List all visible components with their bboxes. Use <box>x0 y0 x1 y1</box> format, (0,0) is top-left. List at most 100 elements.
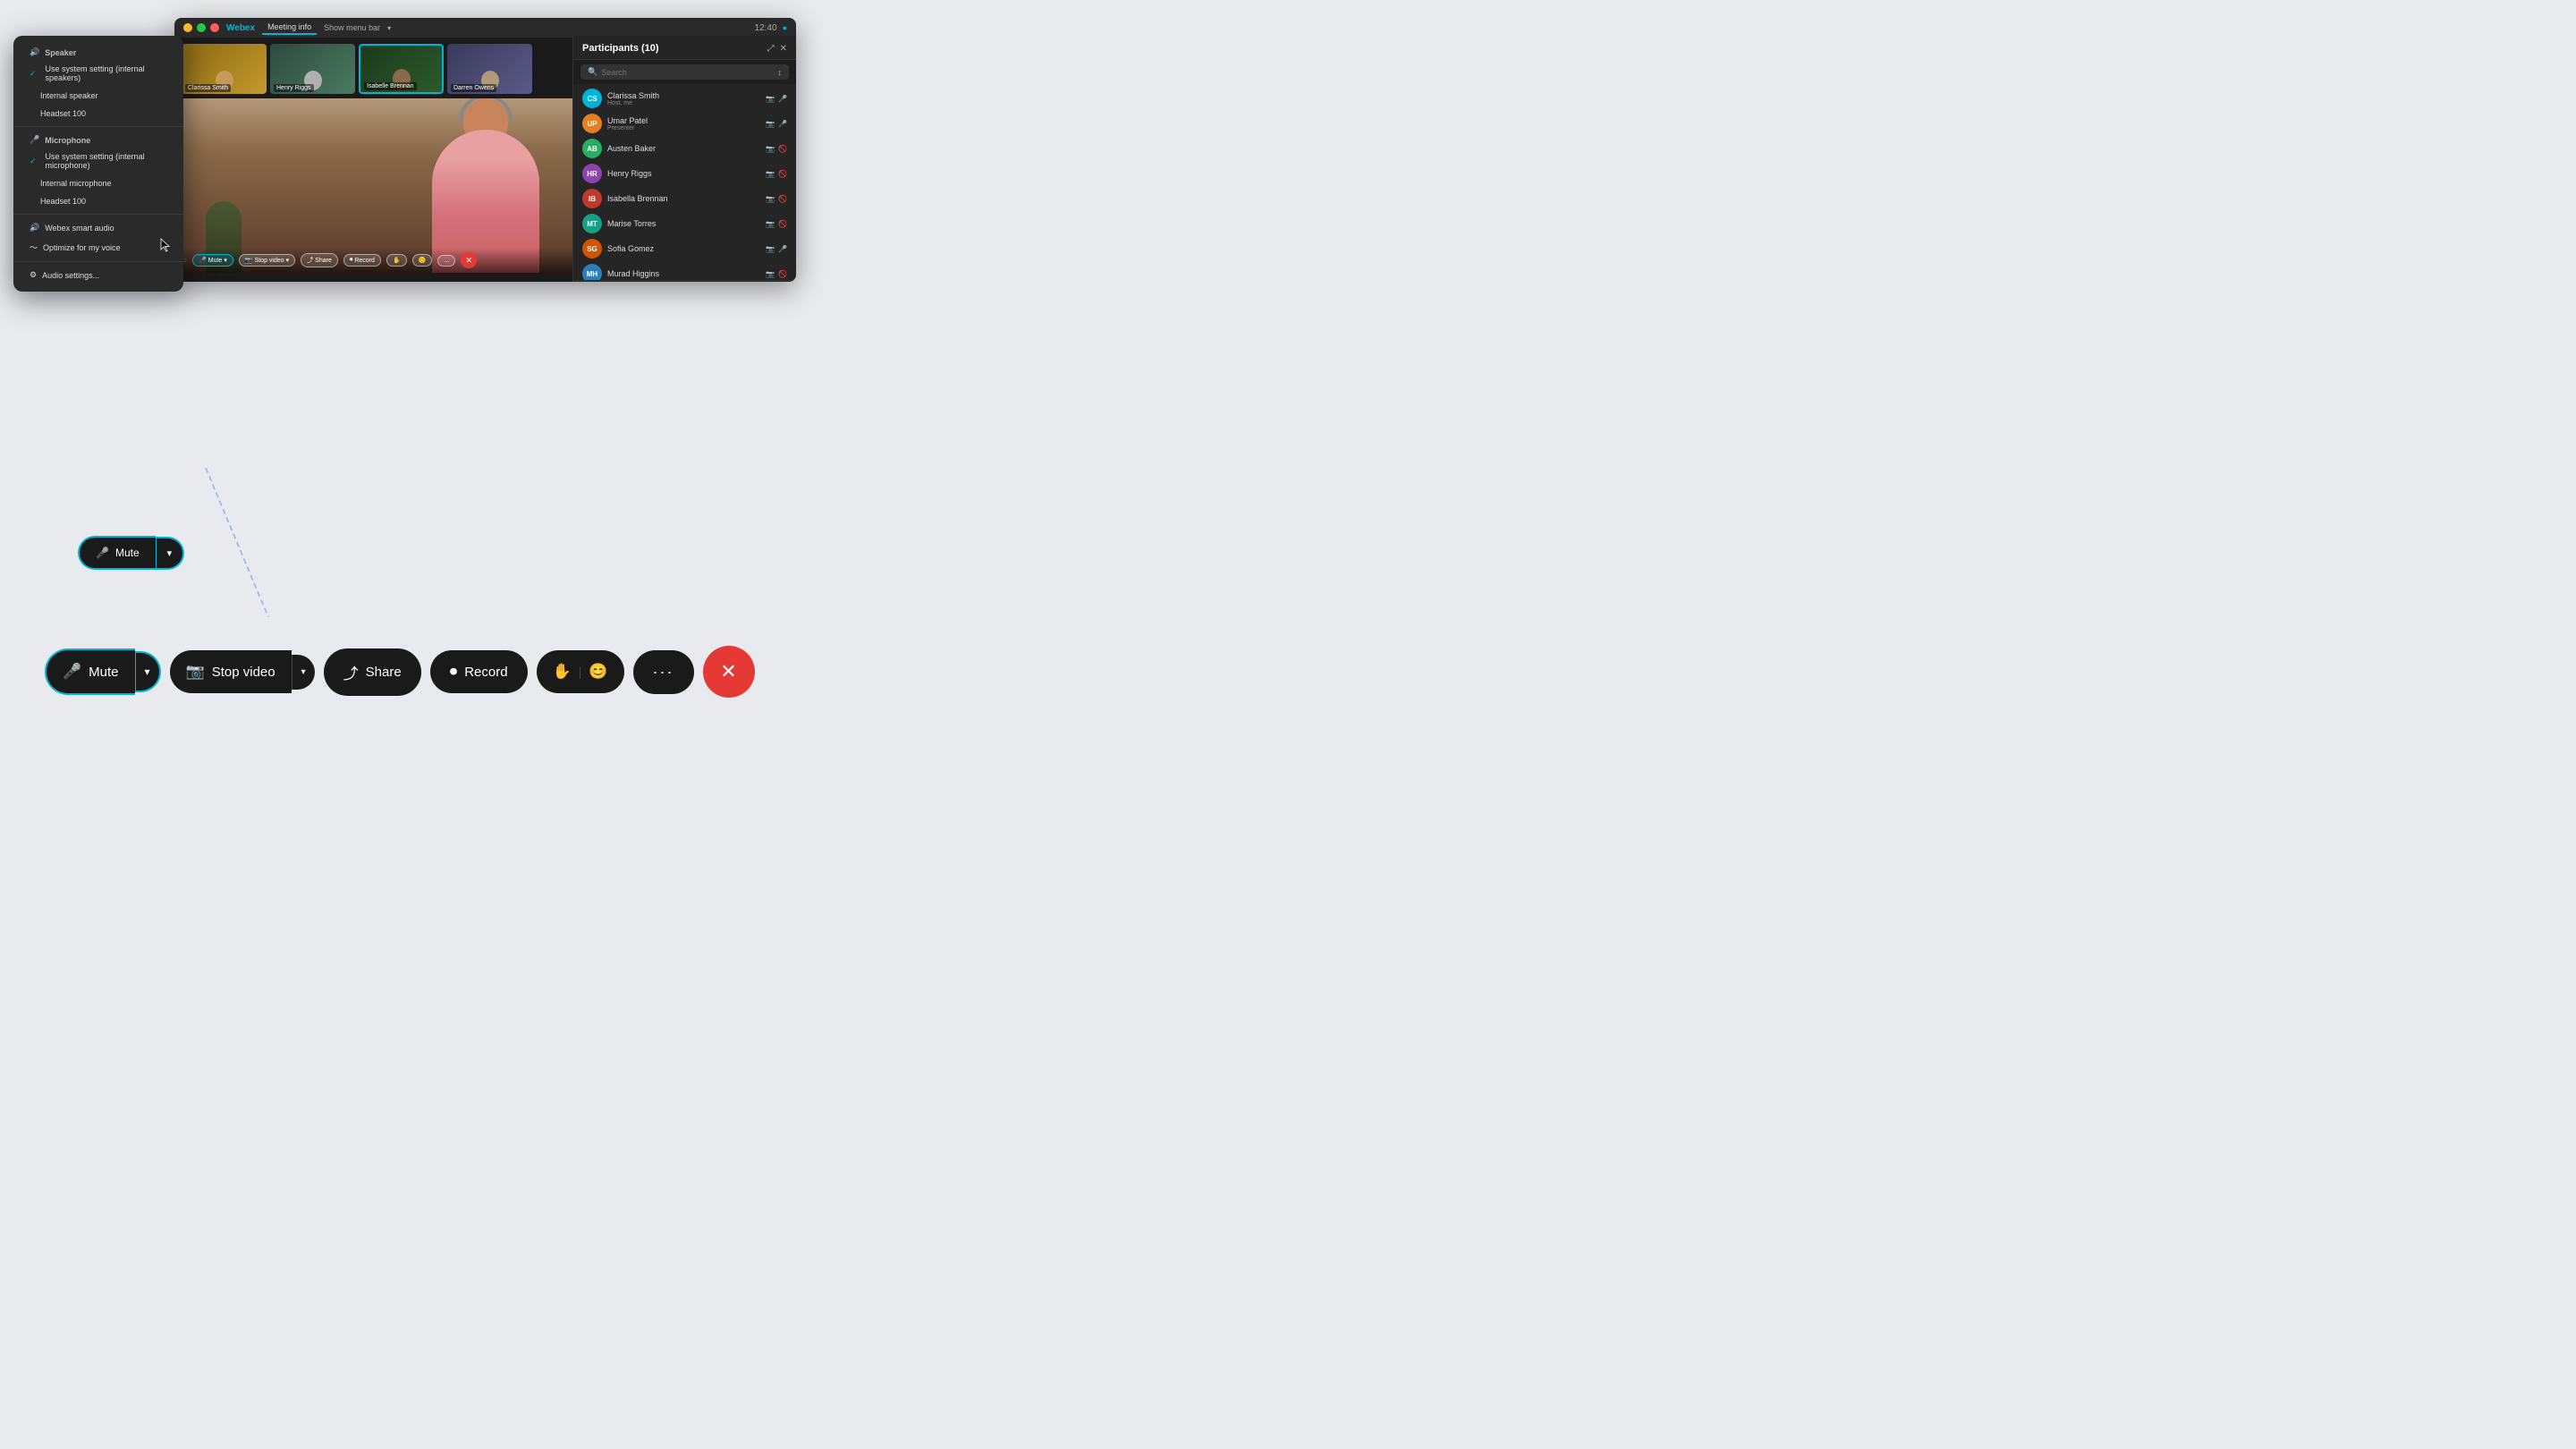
vc-emoji-btn[interactable]: 😊 <box>412 254 433 267</box>
audio-settings-option[interactable]: ⚙ Audio settings... <box>13 266 183 284</box>
participant-item[interactable]: IB Isabella Brennan 📷 🚫 <box>573 186 796 211</box>
mic-icon: 🎤 <box>778 95 787 103</box>
toolbar-emoji-icon[interactable]: 😊 <box>589 663 607 681</box>
share-icon: ⤴ <box>307 256 313 265</box>
participant-icons: 📷 🚫 <box>766 145 787 153</box>
thumb-label-clarissa: Clarissa Smith <box>185 84 231 92</box>
sort-icon[interactable]: ↕ <box>778 68 783 77</box>
avatar: UP <box>582 114 602 133</box>
search-input-wrap[interactable]: 🔍 ↕ <box>580 64 789 80</box>
toolbar-more-btn[interactable]: ··· <box>633 650 694 694</box>
divider-1 <box>13 126 183 127</box>
search-icon: 🔍 <box>588 67 597 77</box>
vc-mute-btn[interactable]: 🎤 Mute ▾ <box>192 254 233 267</box>
participant-name: Isabella Brennan <box>607 194 760 203</box>
maximize-btn[interactable] <box>197 23 206 32</box>
participant-name: Sofia Gomez <box>607 244 760 253</box>
camera-icon: 📷 <box>766 270 775 278</box>
app-window: Webex Meeting info Show menu bar ▾ 12:40… <box>174 18 796 282</box>
vc-more-btn[interactable]: ... <box>437 255 455 267</box>
vc-share-btn[interactable]: ⤴ Share <box>301 253 338 267</box>
mic-icon: 🚫 <box>778 270 787 278</box>
webex-smart-audio-option[interactable]: 🔊 Webex smart audio <box>13 218 183 237</box>
end-icon: ✕ <box>465 256 472 266</box>
camera-icon: 📷 <box>766 95 775 103</box>
toolbar-stopvideo-arrow[interactable]: ▾ <box>292 655 315 690</box>
participant-item[interactable]: MH Murad Higgins 📷 🚫 <box>573 261 796 280</box>
thumbnail-isabelle[interactable]: Isabelle Brennan <box>359 44 444 94</box>
participant-name: Clarissa Smith <box>607 91 760 100</box>
smart-audio-icon: 🔊 <box>30 223 39 233</box>
participant-name: Austen Baker <box>607 144 760 153</box>
participant-sub: Host, me <box>607 100 760 106</box>
participants-list: CS Clarissa Smith Host, me 📷 🎤 UP Umar P… <box>573 84 796 280</box>
participant-sub: Presenter <box>607 125 760 131</box>
participant-icons: 📷 🎤 <box>766 120 787 128</box>
vc-end-btn[interactable]: ✕ <box>461 252 477 268</box>
participant-item[interactable]: AB Austen Baker 📷 🚫 <box>573 136 796 161</box>
thumb-label-henry: Henry Riggs <box>274 84 314 92</box>
mute-main-btn[interactable]: 🎤 Mute <box>78 536 156 570</box>
camera-icon: 📷 <box>766 170 775 178</box>
avatar: MT <box>582 214 602 233</box>
toolbar-raise-icon[interactable]: ✋ <box>553 663 572 681</box>
toolbar-record-btn[interactable]: ⏺ Record <box>430 650 528 693</box>
raise-icon: ✋ <box>393 257 401 264</box>
vc-stopvideo-btn[interactable]: 📷 Stop video ▾ <box>239 254 295 267</box>
toolbar-mute-arrow[interactable]: ▾ <box>135 651 161 692</box>
internal-mic-option[interactable]: Internal microphone <box>13 174 183 192</box>
headset-100-option[interactable]: Headset 100 <box>13 105 183 123</box>
use-system-mic-option[interactable]: Use system setting (internal microphone) <box>13 148 183 174</box>
toolbar-stopvideo-btn[interactable]: 📷 Stop video <box>170 650 292 693</box>
toolbar-record-icon: ⏺ <box>450 663 458 681</box>
panel-icons[interactable]: ⤢ ✕ <box>767 44 787 54</box>
mute-arrow-btn[interactable]: ▾ <box>156 537 185 570</box>
mic-icon: 🎤 <box>778 245 787 253</box>
toolbar-stopvideo-split: 📷 Stop video ▾ <box>170 650 315 693</box>
participant-item[interactable]: SG Sofia Gomez 📷 🎤 <box>573 236 796 261</box>
mic-icon: 🎤 <box>778 120 787 128</box>
participant-icons: 📷 🚫 <box>766 270 787 278</box>
internal-speaker-option[interactable]: Internal speaker <box>13 87 183 105</box>
participant-item[interactable]: CS Clarissa Smith Host, me 📷 🎤 <box>573 86 796 111</box>
close-btn[interactable] <box>210 23 219 32</box>
search-bar: 🔍 ↕ <box>573 60 796 84</box>
camera-icon: 📷 <box>245 257 253 264</box>
thumbnail-clarissa[interactable]: Clarissa Smith <box>182 44 267 94</box>
panel-expand-icon[interactable]: ⤢ <box>767 44 775 54</box>
search-input[interactable] <box>601 68 774 77</box>
thumb-label-darren: Darren Owens <box>451 84 496 92</box>
toolbar-end-call-btn[interactable]: ✕ <box>703 646 755 698</box>
thumbnail-henry[interactable]: Henry Riggs <box>270 44 355 94</box>
show-menu-bar-btn[interactable]: Show menu bar <box>324 23 380 32</box>
time-display: 12:40 <box>755 23 777 33</box>
audio-dropdown: 🔊 Speaker Use system setting (internal s… <box>13 36 183 292</box>
headset-100-mic-option[interactable]: Headset 100 <box>13 192 183 210</box>
toolbar-share-btn[interactable]: ⤴ Share <box>324 648 421 696</box>
optimize-voice-option[interactable]: 〜 Optimize for my voice ▾ <box>13 237 183 258</box>
thumbnail-darren[interactable]: Darren Owens <box>447 44 532 94</box>
camera-icon: 📷 <box>766 120 775 128</box>
microphone-section-header: 🎤 Microphone <box>13 131 183 148</box>
title-bar: Webex Meeting info Show menu bar ▾ 12:40… <box>174 18 796 38</box>
window-controls[interactable] <box>183 23 219 32</box>
participant-item[interactable]: MT Marise Torres 📷 🚫 <box>573 211 796 236</box>
mic-icon: 🚫 <box>778 170 787 178</box>
panel-close-icon[interactable]: ✕ <box>780 44 787 54</box>
mic-btn-icon: 🎤 <box>96 547 109 559</box>
speaker-icon: 🔊 <box>30 47 39 57</box>
toolbar-mute-btn[interactable]: 🎤 Mute <box>45 648 135 695</box>
participant-item[interactable]: UP Umar Patel Presenter 📷 🎤 <box>573 111 796 136</box>
use-system-speaker-option[interactable]: Use system setting (internal speakers) <box>13 60 183 87</box>
mic-icon: 🚫 <box>778 195 787 203</box>
microphone-icon: 🎤 <box>30 135 39 145</box>
vc-record-btn[interactable]: ⏺ Record <box>343 254 381 267</box>
gear-icon: ⚙ <box>30 270 37 280</box>
meeting-info-tab[interactable]: Meeting info <box>262 21 317 35</box>
participants-panel: Participants (10) ⤢ ✕ 🔍 ↕ CS Clarissa Sm… <box>572 36 796 282</box>
minimize-btn[interactable] <box>183 23 192 32</box>
participant-item[interactable]: HR Henry Riggs 📷 🚫 <box>573 161 796 186</box>
vc-raise-btn[interactable]: ✋ <box>386 254 407 267</box>
divider-2 <box>13 214 183 215</box>
title-bar-left: Webex Meeting info Show menu bar ▾ <box>183 21 391 35</box>
